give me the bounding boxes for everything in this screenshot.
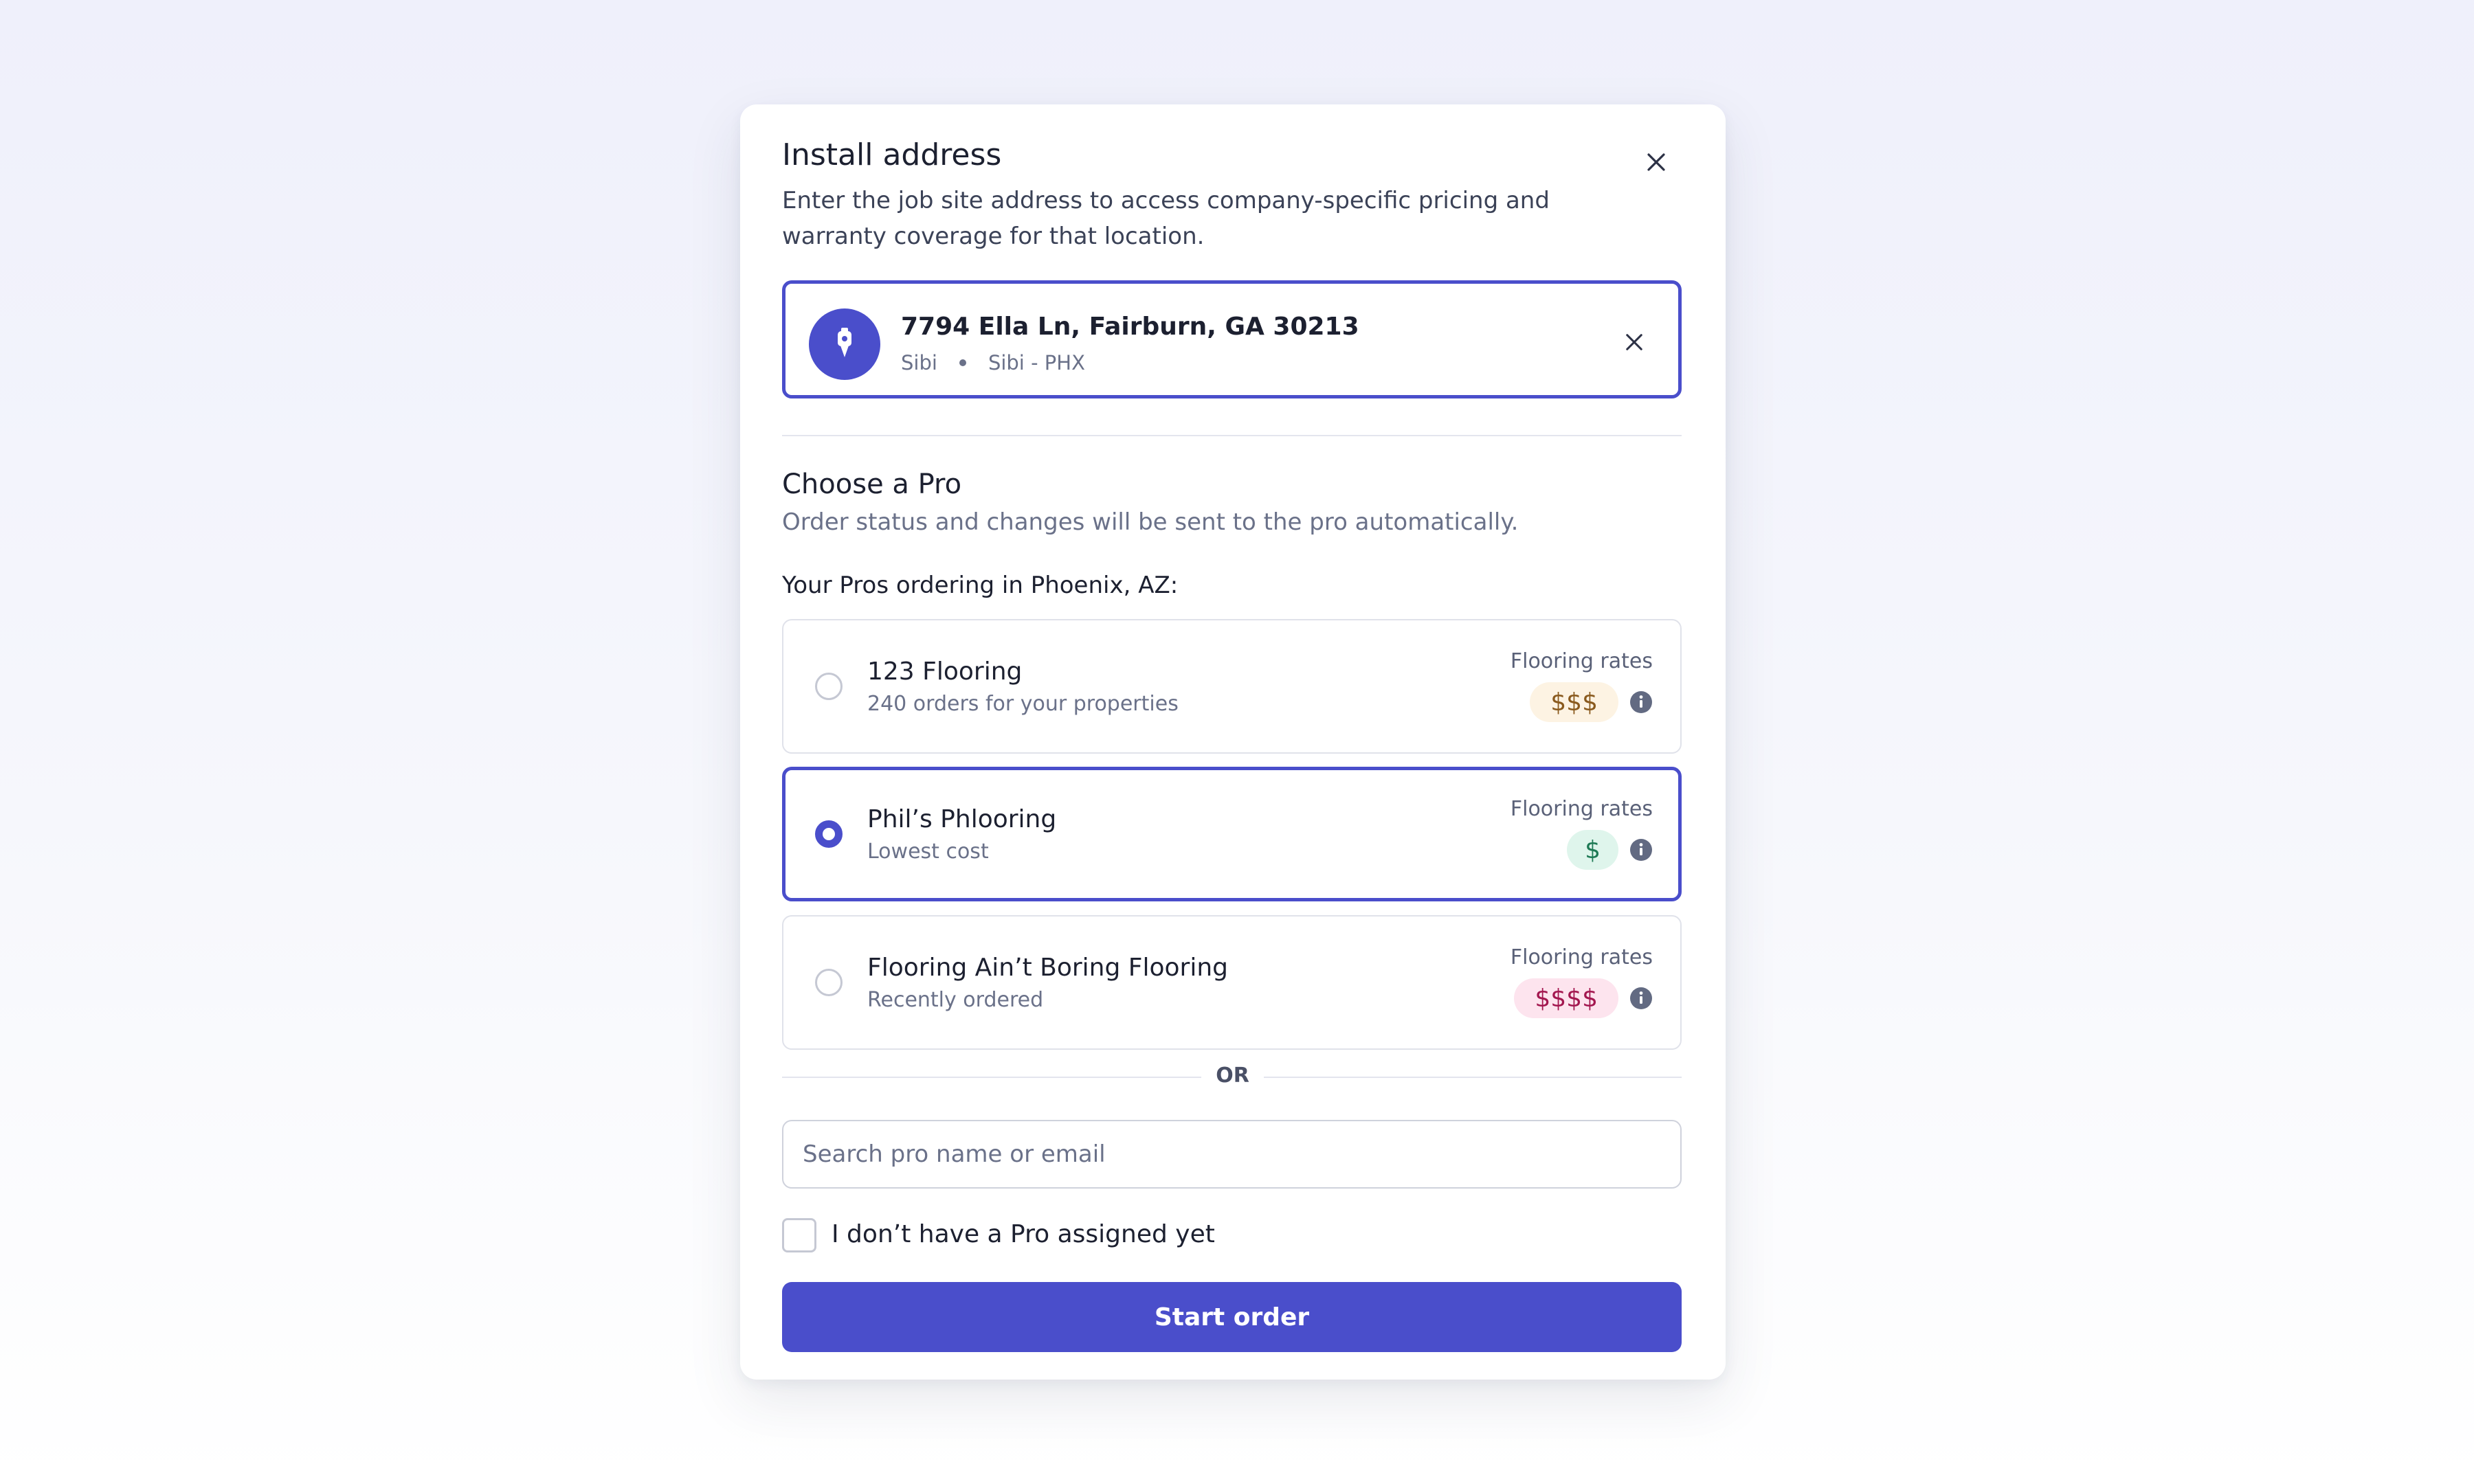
address-company: Sibi [901, 351, 937, 374]
pro-name: Phil’s Phlooring [867, 805, 1057, 833]
start-order-button[interactable]: Start order [782, 1282, 1682, 1352]
or-divider-text: OR [1216, 1064, 1249, 1088]
close-icon [1647, 153, 1665, 171]
search-pro-input[interactable] [782, 1120, 1682, 1189]
or-divider-right [1264, 1077, 1682, 1078]
address-line: 7794 Ella Ln, Fairburn, GA 30213 [901, 313, 1359, 341]
rates-label: Flooring rates [1510, 797, 1653, 821]
pro-option-card[interactable]: 123 Flooring 240 orders for your propert… [782, 619, 1682, 754]
pro-radio[interactable] [815, 969, 843, 996]
pro-option-card[interactable]: Flooring Ain’t Boring Flooring Recently … [782, 915, 1682, 1050]
pro-meta: Lowest cost [867, 840, 989, 864]
rate-badge: $ [1567, 830, 1618, 870]
address-branch: Sibi - PHX [988, 351, 1085, 374]
pros-list-label: Your Pros ordering in Phoenix, AZ: [782, 572, 1179, 599]
rate-row: $$$ [1530, 682, 1653, 722]
close-modal-button[interactable] [1636, 142, 1677, 183]
pro-radio-selected[interactable] [815, 820, 843, 848]
rates-label: Flooring rates [1510, 649, 1653, 673]
install-address-modal: Install address Enter the job site addre… [740, 104, 1726, 1380]
rate-badge: $$$$ [1514, 978, 1618, 1018]
close-icon [1626, 334, 1642, 350]
address-details: Sibi Sibi - PHX [901, 351, 1085, 374]
info-icon[interactable] [1629, 690, 1653, 714]
clear-address-button[interactable] [1617, 325, 1651, 359]
map-pin-icon [838, 328, 851, 357]
or-divider-left [782, 1077, 1201, 1078]
info-icon[interactable] [1629, 838, 1653, 862]
pro-meta: Recently ordered [867, 988, 1044, 1012]
section-divider [782, 435, 1682, 436]
rate-row: $$$$ [1514, 978, 1653, 1018]
modal-description: Enter the job site address to access com… [782, 187, 1550, 250]
no-pro-checkbox-label[interactable]: I don’t have a Pro assigned yet [832, 1220, 1215, 1248]
rate-badge: $$$ [1530, 682, 1618, 722]
pro-name: 123 Flooring [867, 657, 1023, 686]
modal-title: Install address [782, 137, 1002, 172]
pro-radio[interactable] [815, 673, 843, 700]
pro-name: Flooring Ain’t Boring Flooring [867, 954, 1228, 982]
rate-row: $ [1567, 830, 1653, 870]
selected-address-card[interactable]: 7794 Ella Ln, Fairburn, GA 30213 Sibi Si… [782, 280, 1682, 398]
choose-pro-description: Order status and changes will be sent to… [782, 508, 1519, 536]
separator-dot [959, 359, 966, 366]
no-pro-checkbox[interactable] [782, 1218, 816, 1252]
info-icon[interactable] [1629, 987, 1653, 1010]
pro-option-card-selected[interactable]: Phil’s Phlooring Lowest cost Flooring ra… [782, 767, 1682, 901]
pro-meta: 240 orders for your properties [867, 692, 1179, 716]
address-avatar [809, 308, 880, 380]
choose-pro-title: Choose a Pro [782, 469, 962, 500]
rates-label: Flooring rates [1510, 945, 1653, 969]
